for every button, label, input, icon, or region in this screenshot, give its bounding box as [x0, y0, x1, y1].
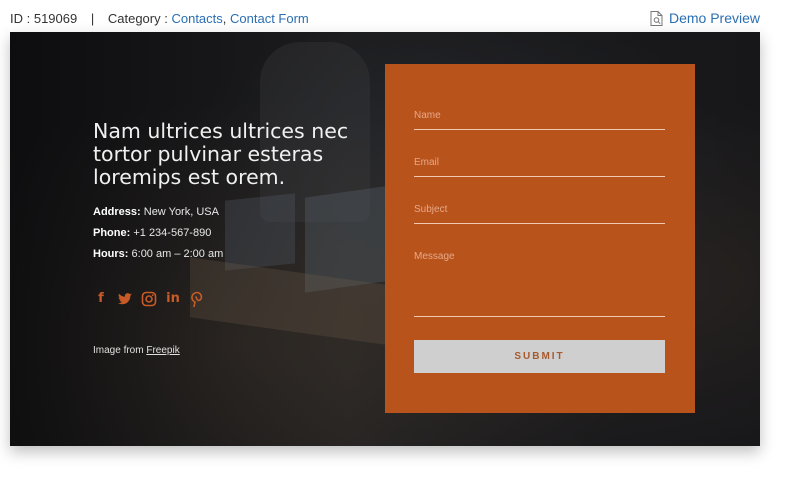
- contact-info: Nam ultrices ultrices nec tortor pulvina…: [93, 120, 383, 268]
- twitter-icon[interactable]: [117, 291, 133, 307]
- item-id: ID : 519069: [10, 11, 78, 26]
- message-field[interactable]: Message: [414, 251, 665, 317]
- headline: Nam ultrices ultrices nec tortor pulvina…: [93, 119, 349, 189]
- address-value: New York, USA: [143, 206, 219, 218]
- message-placeholder: Message: [414, 251, 455, 262]
- contact-section: Nam ultrices ultrices nec tortor pulvina…: [10, 32, 760, 446]
- phone-label: Phone:: [93, 227, 131, 239]
- email-field[interactable]: Email: [414, 157, 665, 177]
- hours-row: Hours: 6:00 am – 2:00 am: [93, 247, 383, 261]
- contact-form: Name Email Subject Message SUBMIT: [385, 64, 695, 413]
- address-label: Address:: [93, 206, 141, 218]
- social-links: f in: [93, 291, 205, 308]
- instagram-icon[interactable]: [141, 291, 157, 307]
- category-label: Category :: [107, 11, 168, 26]
- facebook-icon[interactable]: f: [93, 291, 109, 307]
- linkedin-icon[interactable]: in: [165, 291, 181, 307]
- phone-row: Phone: +1 234-567-890: [93, 226, 383, 240]
- hours-value: 6:00 am – 2:00 am: [131, 248, 224, 260]
- phone-value: +1 234-567-890: [133, 227, 212, 239]
- name-field[interactable]: Name: [414, 110, 665, 130]
- demo-preview-label: Demo Preview: [668, 10, 760, 26]
- pinterest-icon[interactable]: [189, 291, 205, 308]
- address-row: Address: New York, USA: [93, 205, 383, 219]
- submit-button[interactable]: SUBMIT: [414, 340, 665, 373]
- category-link-contact-form[interactable]: Contact Form: [230, 11, 309, 26]
- freepik-link[interactable]: Freepik: [146, 345, 179, 356]
- demo-preview-link[interactable]: Demo Preview: [650, 10, 760, 26]
- top-bar: ID : 519069 | Category : Contacts, Conta…: [0, 0, 797, 32]
- subject-placeholder: Subject: [414, 204, 448, 215]
- subject-field[interactable]: Subject: [414, 204, 665, 224]
- separator: |: [90, 11, 95, 26]
- category-link-contacts[interactable]: Contacts: [171, 11, 222, 26]
- item-meta: ID : 519069 | Category : Contacts, Conta…: [10, 11, 309, 26]
- hours-label: Hours:: [93, 248, 129, 260]
- document-search-icon: [650, 10, 663, 26]
- image-credit: Image from Freepik: [93, 345, 180, 356]
- email-placeholder: Email: [414, 157, 440, 168]
- credit-prefix: Image from: [93, 345, 144, 356]
- name-placeholder: Name: [414, 110, 441, 121]
